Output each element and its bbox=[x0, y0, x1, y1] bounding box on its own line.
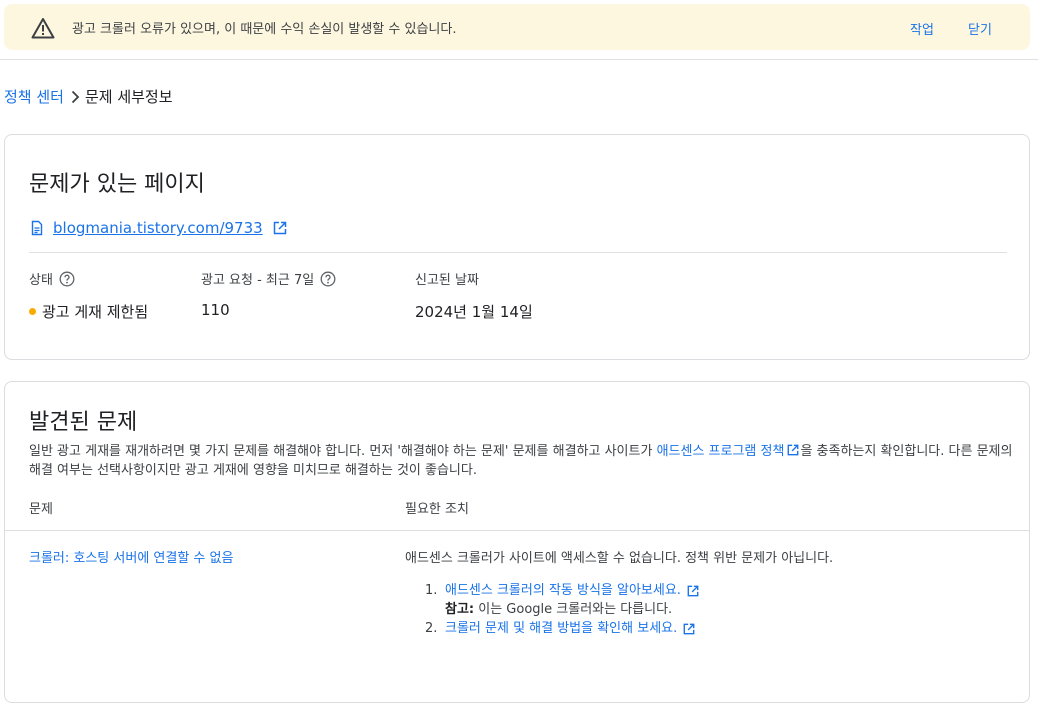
adsense-policy-link[interactable]: 애드센스 프로그램 정책 bbox=[657, 444, 785, 459]
breadcrumb-policy-center-link[interactable]: 정책 센터 bbox=[4, 86, 64, 107]
banner-action-button[interactable]: 작업 bbox=[910, 19, 934, 38]
breadcrumb: 정책 센터 문제 세부정보 bbox=[4, 86, 173, 107]
issues-intro: 일반 광고 게재를 재개하려면 몇 가지 문제를 해결해야 합니다. 먼저 '해… bbox=[29, 444, 1013, 478]
ad-requests-label: 광고 요청 - 최근 7일 bbox=[201, 269, 336, 288]
open-in-new-icon[interactable] bbox=[687, 585, 699, 597]
status-dot-icon bbox=[29, 308, 36, 315]
header-divider bbox=[0, 59, 1038, 60]
found-issues-title: 발견된 문제 bbox=[29, 410, 138, 435]
banner-message: 광고 크롤러 오류가 있으며, 이 때문에 수익 손실이 발생할 수 있습니다. bbox=[72, 22, 457, 37]
reported-date-label: 신고된 날짜 bbox=[415, 273, 479, 288]
status-value: 광고 게재 제한됨 bbox=[29, 301, 148, 322]
ad-requests-value: 110 bbox=[201, 301, 230, 319]
error-banner: 광고 크롤러 오류가 있으며, 이 때문에 수익 손실이 발생할 수 있습니다.… bbox=[4, 4, 1030, 50]
found-issues-card: 발견된 문제 일반 광고 게재를 재개하려면 몇 가지 문제를 해결해야 합니다… bbox=[4, 381, 1030, 703]
crawler-issues-fix-link[interactable]: 크롤러 문제 및 해결 방법을 확인해 보세요. bbox=[445, 619, 677, 638]
reported-date-value: 2024년 1월 14일 bbox=[415, 303, 533, 321]
required-action-text: 애드센스 크롤러가 사이트에 액세스할 수 없습니다. 정책 위반 문제가 아닙… bbox=[405, 551, 834, 566]
open-in-new-icon[interactable] bbox=[683, 623, 695, 635]
problem-page-card: 문제가 있는 페이지 blogmania.tistory.com/9733 상태… bbox=[4, 134, 1030, 360]
column-header-action: 필요한 조치 bbox=[405, 502, 469, 517]
page-url-link[interactable]: blogmania.tistory.com/9733 bbox=[53, 219, 263, 237]
help-icon[interactable] bbox=[59, 271, 75, 287]
chevron-right-icon bbox=[71, 90, 80, 103]
table-divider bbox=[5, 530, 1029, 531]
step-note: 참고: 이는 Google 크롤러와는 다릅니다. bbox=[445, 602, 673, 617]
document-icon bbox=[31, 220, 43, 236]
page-url-row: blogmania.tistory.com/9733 bbox=[29, 219, 287, 237]
action-steps-list: 1. 애드센스 크롤러의 작동 방식을 알아보세요. 참고: 이는 Google… bbox=[425, 581, 699, 638]
issue-crawler-link[interactable]: 크롤러: 호스팅 서버에 연결할 수 없음 bbox=[29, 547, 233, 566]
card-divider bbox=[29, 252, 1007, 253]
open-in-new-icon[interactable] bbox=[787, 444, 799, 456]
list-item: 1. 애드센스 크롤러의 작동 방식을 알아보세요. bbox=[425, 581, 699, 600]
status-label: 상태 bbox=[29, 269, 75, 288]
warning-icon bbox=[31, 18, 55, 39]
list-item: 2. 크롤러 문제 및 해결 방법을 확인해 보세요. bbox=[425, 619, 699, 638]
column-header-issue: 문제 bbox=[29, 502, 53, 517]
crawler-how-it-works-link[interactable]: 애드센스 크롤러의 작동 방식을 알아보세요. bbox=[445, 581, 681, 600]
help-icon[interactable] bbox=[320, 271, 336, 287]
problem-page-title: 문제가 있는 페이지 bbox=[29, 172, 205, 197]
breadcrumb-current: 문제 세부정보 bbox=[84, 88, 173, 106]
open-in-new-icon[interactable] bbox=[273, 221, 287, 235]
banner-close-button[interactable]: 닫기 bbox=[968, 19, 992, 38]
